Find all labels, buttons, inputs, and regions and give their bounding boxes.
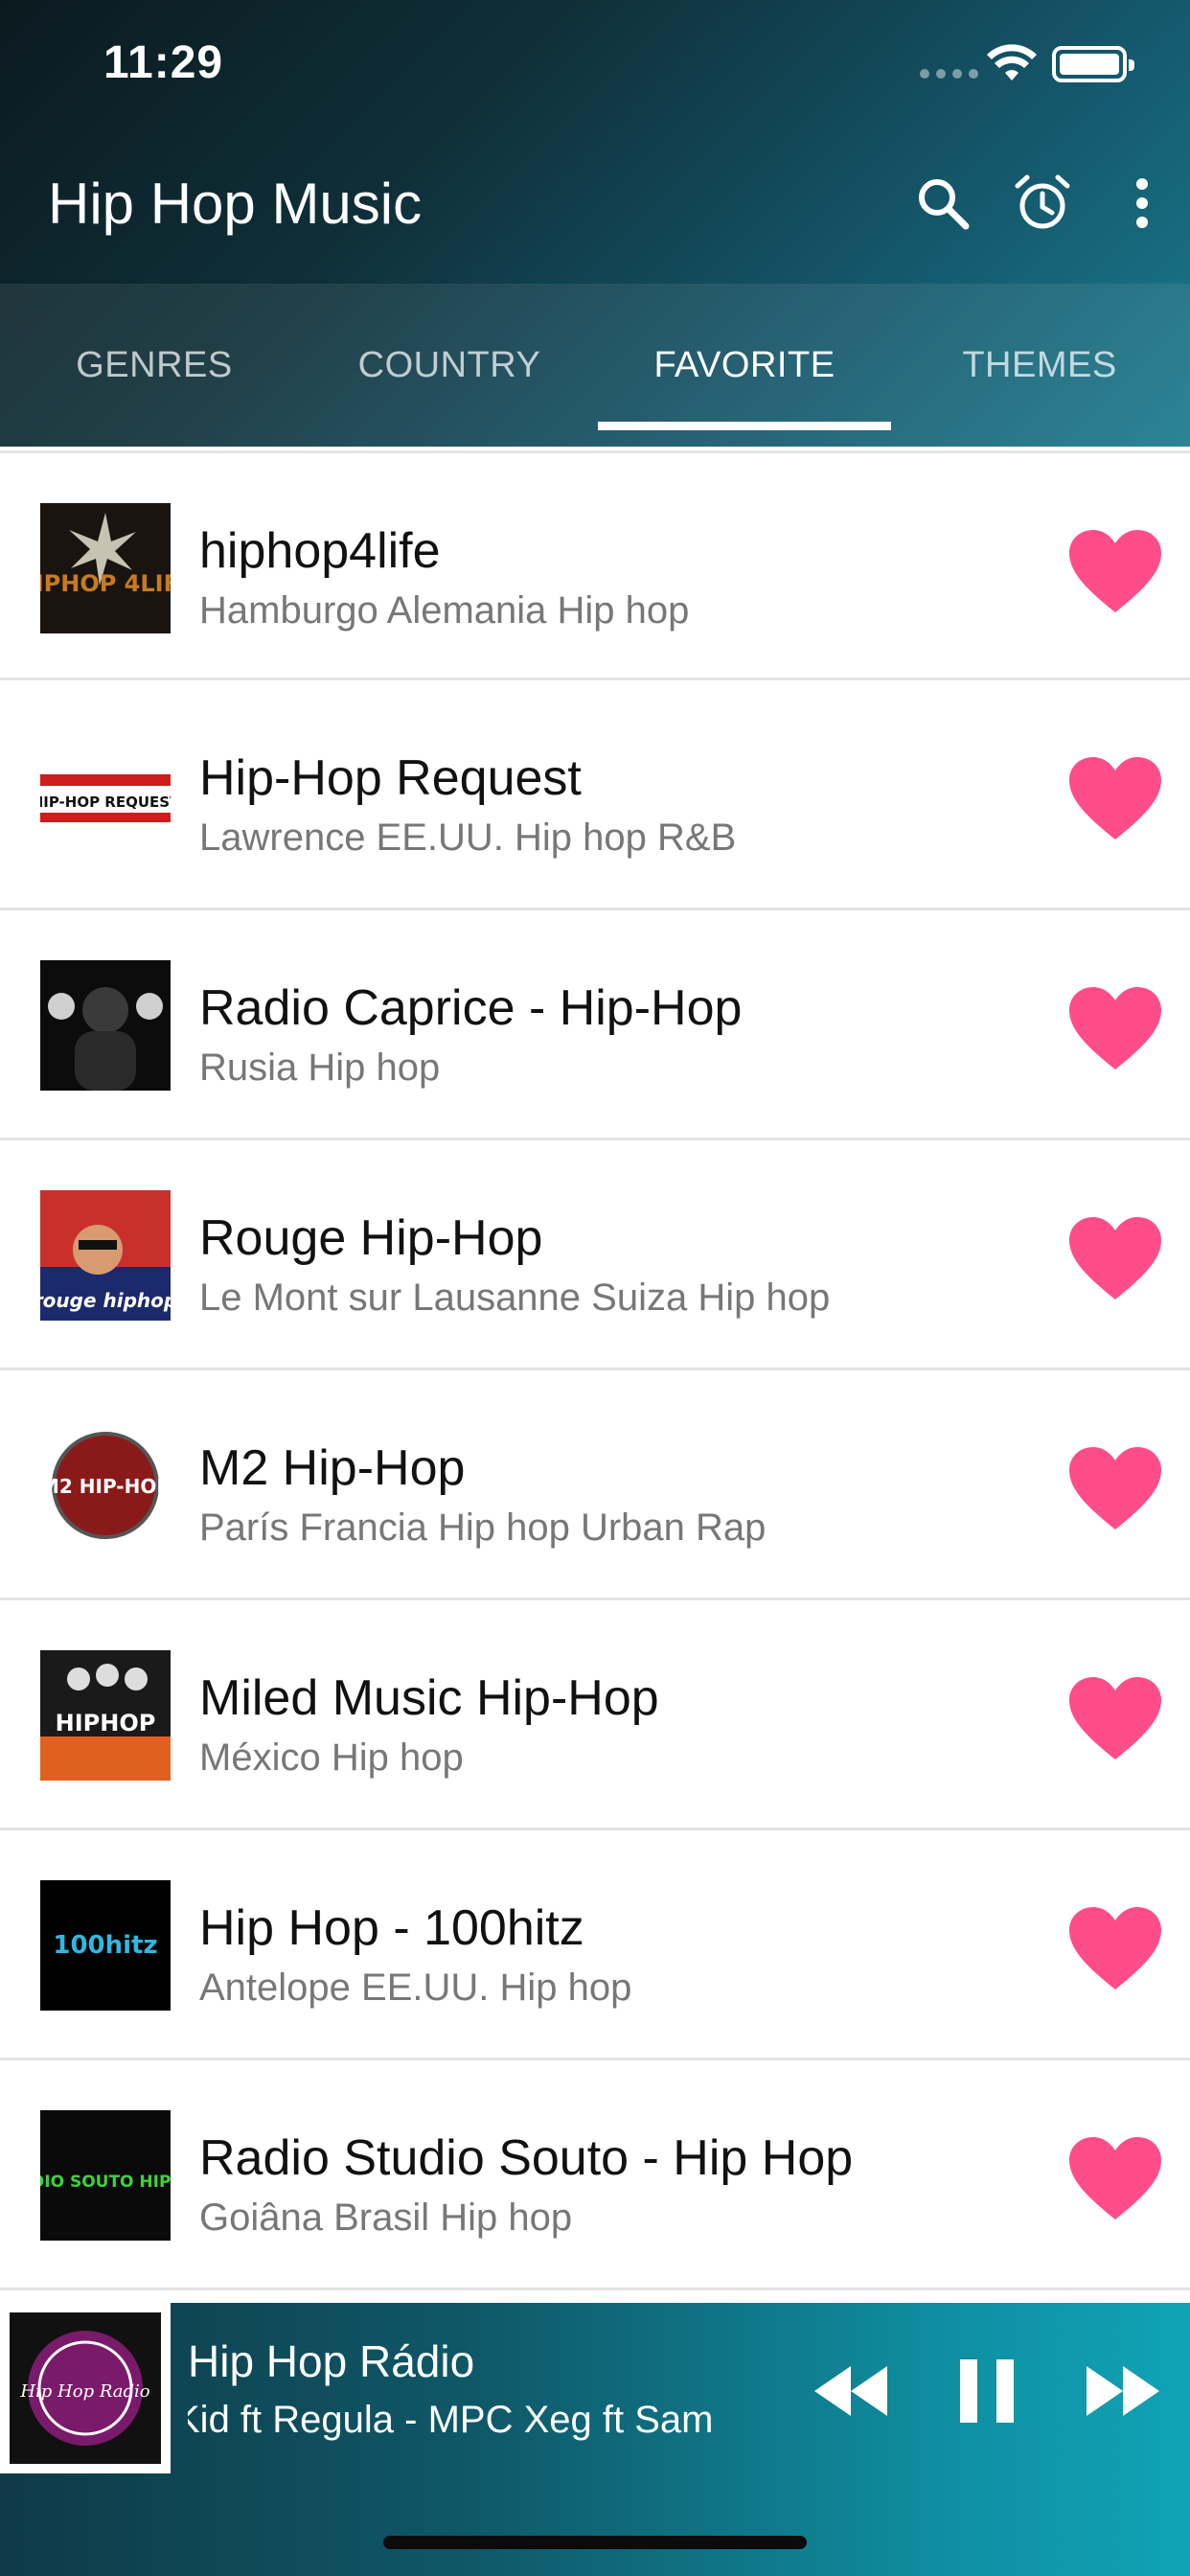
station-subtitle: París Francia Hip hop Urban Rap [199, 1506, 767, 1549]
status-bar: 11:29 [0, 0, 1190, 134]
favorite-heart-icon[interactable] [1067, 985, 1163, 1071]
station-logo [40, 960, 171, 1091]
svg-text:100hitz: 100hitz [53, 1931, 157, 1960]
more-vert-icon[interactable] [1111, 172, 1173, 234]
station-title: Rouge Hip-Hop [199, 1210, 543, 1266]
active-tab-indicator [598, 422, 891, 430]
station-title: Miled Music Hip-Hop [199, 1670, 659, 1726]
list-item[interactable]: HIPHOP 4LIFE hiphop4life Hamburgo Aleman… [0, 450, 1190, 680]
list-item[interactable]: M2 HIP-HOP M2 Hip-Hop París Francia Hip … [0, 1370, 1190, 1600]
favorite-heart-icon[interactable] [1067, 1445, 1163, 1531]
svg-text:HIP-HOP REQUEST: HIP-HOP REQUEST [40, 794, 171, 811]
station-subtitle: Le Mont sur Lausanne Suiza Hip hop [199, 1276, 831, 1319]
station-subtitle: México Hip hop [199, 1736, 464, 1779]
fast-forward-button[interactable] [1083, 2353, 1163, 2429]
list-item[interactable]: 100hitz Hip Hop - 100hitz Antelope EE.UU… [0, 1830, 1190, 2060]
pause-button[interactable] [949, 2353, 1025, 2429]
station-title: Radio Studio Souto - Hip Hop [199, 2130, 854, 2186]
station-logo: M2 HIP-HOP [40, 1420, 171, 1551]
favorite-heart-icon[interactable] [1067, 755, 1163, 841]
home-indicator[interactable] [383, 2536, 807, 2549]
station-title: Hip-Hop Request [199, 750, 582, 806]
favorite-heart-icon[interactable] [1067, 528, 1163, 614]
list-item[interactable]: Radio Caprice - Hip-Hop Rusia Hip hop [0, 910, 1190, 1140]
wifi-icon [987, 44, 1037, 80]
alarm-icon[interactable] [1012, 172, 1073, 234]
search-icon[interactable] [912, 172, 973, 234]
app-title: Hip Hop Music [48, 172, 423, 236]
station-title: Hip Hop - 100hitz [199, 1900, 584, 1956]
station-subtitle: Goiâna Brasil Hip hop [199, 2196, 573, 2239]
favorite-heart-icon[interactable] [1067, 1905, 1163, 1991]
station-subtitle: Lawrence EE.UU. Hip hop R&B [199, 816, 737, 859]
app-header: 11:29 Hip Hop Music GENRES COUNTRY FAVOR… [0, 0, 1190, 447]
station-logo: STUDIO SOUTO HIP HOP [40, 2110, 171, 2241]
tab-genres[interactable]: GENRES [6, 284, 303, 447]
tab-bar: GENRES COUNTRY FAVORITE THEMES [0, 284, 1190, 447]
now-playing-marquee: Kid ft Regula - MPC Xeg ft Sam [188, 2399, 714, 2441]
station-title: hiphop4life [199, 523, 441, 579]
svg-text:M2 HIP-HOP: M2 HIP-HOP [40, 1475, 171, 1498]
list-item[interactable]: rouge hiphop Rouge Hip-Hop Le Mont sur L… [0, 1140, 1190, 1370]
station-subtitle: Rusia Hip hop [199, 1046, 441, 1089]
favorite-heart-icon[interactable] [1067, 1215, 1163, 1301]
svg-text:rouge hiphop: rouge hiphop [40, 1289, 171, 1312]
station-logo: HIPHOP 4LIFE [40, 503, 171, 633]
svg-text:STUDIO SOUTO HIP HOP: STUDIO SOUTO HIP HOP [40, 2173, 171, 2192]
tab-themes[interactable]: THEMES [891, 284, 1188, 447]
station-logo: HIPHOP [40, 1650, 171, 1781]
station-subtitle: Hamburgo Alemania Hip hop [199, 589, 690, 632]
station-logo: 100hitz [40, 1880, 171, 2011]
battery-icon [1052, 46, 1134, 82]
rewind-button[interactable] [811, 2353, 891, 2429]
svg-text:HIPHOP: HIPHOP [56, 1710, 156, 1736]
favorite-heart-icon[interactable] [1067, 1675, 1163, 1761]
player-station-title: Hip Hop Rádio [188, 2336, 475, 2386]
list-item[interactable]: STUDIO SOUTO HIP HOP Radio Studio Souto … [0, 2060, 1190, 2290]
station-title: M2 Hip-Hop [199, 1440, 466, 1496]
svg-text:HIPHOP 4LIFE: HIPHOP 4LIFE [40, 570, 171, 597]
status-time: 11:29 [103, 37, 224, 88]
station-logo: HIP-HOP REQUEST [40, 730, 171, 861]
tab-country[interactable]: COUNTRY [301, 284, 598, 447]
station-logo: rouge hiphop [40, 1190, 171, 1321]
favorite-station-list: HIPHOP 4LIFE hiphop4life Hamburgo Aleman… [0, 450, 1190, 2290]
player-station-logo: Hip Hop Radio [0, 2303, 171, 2473]
favorite-heart-icon[interactable] [1067, 2135, 1163, 2221]
svg-text:Hip Hop Radio: Hip Hop Radio [19, 2381, 149, 2402]
station-subtitle: Antelope EE.UU. Hip hop [199, 1966, 632, 2009]
list-item[interactable]: HIPHOP Miled Music Hip-Hop México Hip ho… [0, 1600, 1190, 1830]
list-item[interactable]: HIP-HOP REQUEST Hip-Hop Request Lawrence… [0, 680, 1190, 910]
cellular-signal-icon [920, 69, 978, 79]
station-title: Radio Caprice - Hip-Hop [199, 980, 743, 1036]
